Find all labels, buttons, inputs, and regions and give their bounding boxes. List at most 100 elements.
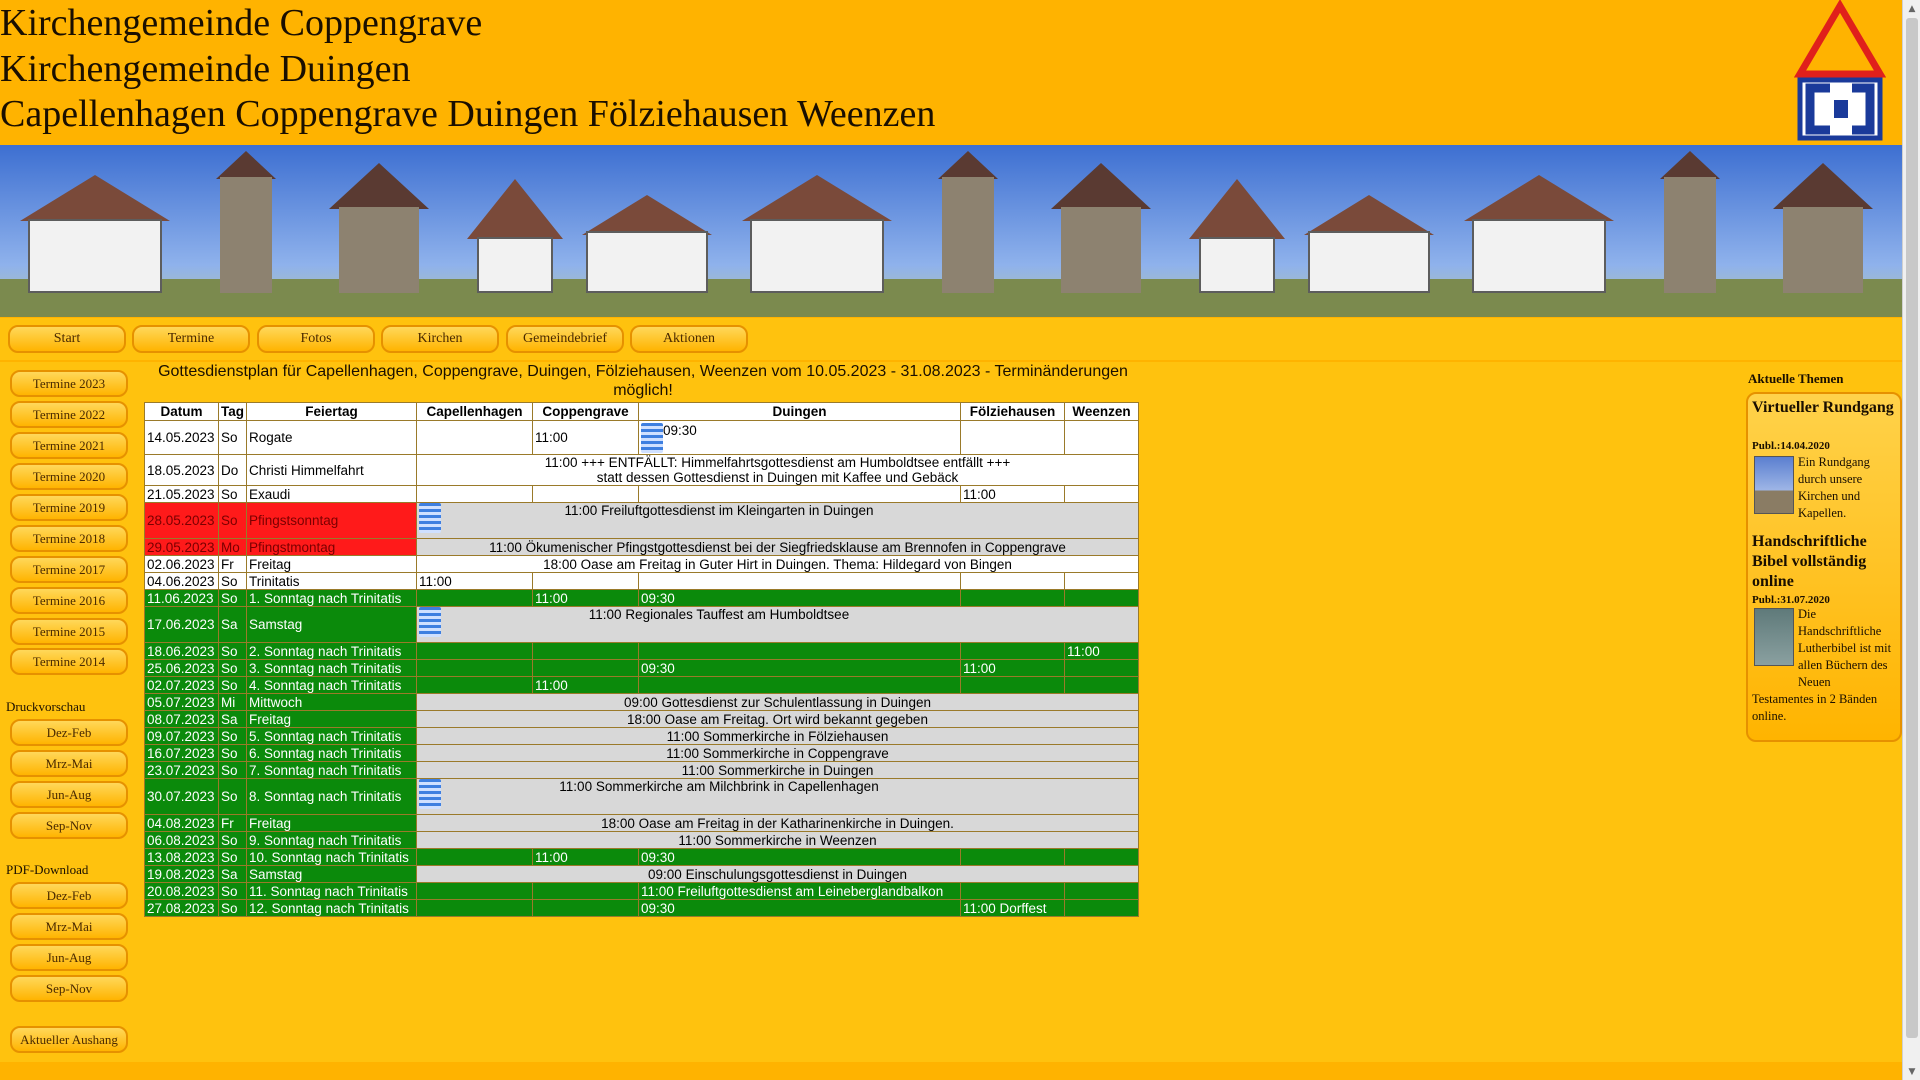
news-thumbnail[interactable] [1754, 608, 1794, 666]
church-photo [1632, 145, 1747, 317]
event-text: 11:00 Regionales Tauffest am Humboldtsee [588, 607, 850, 622]
main-content: Gottesdienstplan für Capellenhagen, Copp… [136, 362, 1746, 1062]
pdf-sep-nov-button[interactable]: Sep-Nov [10, 975, 128, 1002]
location-cell [638, 572, 961, 590]
table-row: 14.05.2023 So Rogate 11:00 09:30 [144, 420, 1139, 455]
holiday-cell: Samstag [246, 606, 417, 643]
church-photo [1179, 145, 1294, 317]
holiday-cell: 6. Sonntag nach Trinitatis [246, 744, 417, 762]
date-cell: 16.07.2023 [144, 744, 219, 762]
news-title-virtueller-rundgang[interactable]: Virtueller Rundgang [1752, 398, 1898, 418]
news-title-handschriftliche-bibel[interactable]: Handschriftliche Bibel vollständig onlin… [1752, 532, 1898, 592]
sidebar-termine-2016[interactable]: Termine 2016 [10, 587, 128, 614]
sidebar-termine-2014[interactable]: Termine 2014 [10, 648, 128, 675]
pdf-jun-aug-button[interactable]: Jun-Aug [10, 944, 128, 971]
location-cell [1064, 882, 1139, 900]
sidebar-termine-2018[interactable]: Termine 2018 [10, 525, 128, 552]
service-time: 11:00 [419, 573, 452, 589]
scrollbar-thumb[interactable] [1906, 18, 1918, 1038]
table-row: 21.05.2023 So Exaudi 11:00 [144, 485, 1139, 503]
location-cell [638, 642, 961, 660]
news-thumbnail[interactable] [1754, 456, 1794, 514]
location-cell: 11:00 Dorffest [960, 899, 1065, 917]
current-topics-panel: Virtueller Rundgang Publ.:14.04.2020 Ein… [1746, 392, 1902, 742]
location-cell [960, 589, 1065, 607]
fish-symbol-icon [419, 607, 441, 637]
scroll-down-arrow-icon[interactable]: ▼ [1903, 1063, 1920, 1080]
event-text: 18:00 Oase am Freitag. Ort wird bekannt … [627, 711, 928, 727]
nav-aktionen-button[interactable]: Aktionen [630, 325, 748, 353]
main-navigation: Start Termine Fotos Kirchen Gemeindebrie… [0, 318, 1902, 360]
event-icon-cell: 11:00 Freiluftgottesdienst im Kleingarte… [416, 502, 1139, 539]
current-topics-heading: Aktuelle Themen [1748, 371, 1844, 386]
holiday-cell: 11. Sonntag nach Trinitatis [246, 882, 417, 900]
table-row: 19.08.2023 Sa Samstag 09:00 Einschulungsgot… [144, 865, 1139, 883]
druck-jun-aug-button[interactable]: Jun-Aug [10, 781, 128, 808]
location-cell: 11:00 [960, 659, 1065, 677]
event-text: 18:00 Oase am Freitag in Guter Hirt in D… [543, 556, 1012, 572]
fish-symbol-icon [419, 779, 441, 809]
location-cell: 11:00 [960, 485, 1065, 503]
location-cell [1064, 659, 1139, 677]
sidebar-termine-2019[interactable]: Termine 2019 [10, 494, 128, 521]
sidebar-termine-2017[interactable]: Termine 2017 [10, 556, 128, 583]
nav-gemeindebrief-button[interactable]: Gemeindebrief [506, 325, 624, 353]
date-cell: 06.08.2023 [144, 831, 219, 849]
location-cell [960, 642, 1065, 660]
aktueller-aushang-button[interactable]: Aktueller Aushang [10, 1026, 128, 1053]
service-time: 09:30 [641, 849, 675, 865]
table-row: 30.07.2023 So 8. Sonntag nach Trinitatis 11… [144, 778, 1139, 815]
location-cell: 11:00 [532, 420, 639, 455]
nav-fotos-button[interactable]: Fotos [257, 325, 375, 353]
event-text: statt dessen Gottesdienst in Duingen mit… [596, 470, 959, 485]
date-cell: 23.07.2023 [144, 761, 219, 779]
service-schedule-table: Datum Tag Feiertag Capellenhagen Coppeng… [144, 402, 1139, 917]
column-header: Capellenhagen [416, 402, 533, 421]
vertical-scrollbar[interactable]: ▲ ▼ [1902, 0, 1920, 1080]
location-cell [416, 882, 533, 900]
date-cell: 18.06.2023 [144, 642, 219, 660]
column-header: Feiertag [246, 402, 417, 421]
event-cell: 18:00 Oase am Freitag. Ort wird bekannt … [416, 710, 1139, 728]
location-cell [416, 642, 533, 660]
nav-termine-button[interactable]: Termine [132, 325, 250, 353]
event-text: 11:00 Sommerkirche am Milchbrink in Cape… [559, 779, 879, 794]
holiday-cell: 5. Sonntag nach Trinitatis [246, 727, 417, 745]
service-time: 11:00 [535, 849, 568, 865]
news-text: Testamentes in 2 Bänden online. [1752, 692, 1878, 723]
location-cell [416, 589, 533, 607]
druck-mrz-mai-button[interactable]: Mrz-Mai [10, 750, 128, 777]
event-text: 09:00 Einschulungsgottesdienst in Duinge… [648, 866, 907, 882]
location-cell [416, 899, 533, 917]
sidebar-termine-2023[interactable]: Termine 2023 [10, 370, 128, 397]
location-cell [532, 882, 639, 900]
nav-start-button[interactable]: Start [8, 325, 126, 353]
church-photo [722, 145, 910, 317]
pdf-dez-feb-button[interactable]: Dez-Feb [10, 882, 128, 909]
location-cell: 09:30 [638, 899, 961, 917]
location-cell: 11:00 [532, 848, 639, 866]
pdf-mrz-mai-button[interactable]: Mrz-Mai [10, 913, 128, 940]
event-text: 11:00 Freiluftgottesdienst im Kleingarte… [564, 503, 874, 518]
church-photo [457, 145, 572, 317]
holiday-cell: 1. Sonntag nach Trinitatis [246, 589, 417, 607]
weekday-cell: Sa [218, 606, 247, 643]
weekday-cell: So [218, 485, 247, 503]
date-cell: 08.07.2023 [144, 710, 219, 728]
nav-kirchen-button[interactable]: Kirchen [381, 325, 499, 353]
sidebar-termine-2020[interactable]: Termine 2020 [10, 463, 128, 490]
sidebar-termine-2015[interactable]: Termine 2015 [10, 618, 128, 645]
holiday-cell: 8. Sonntag nach Trinitatis [246, 778, 417, 815]
sidebar-termine-2022[interactable]: Termine 2022 [10, 401, 128, 428]
scroll-up-arrow-icon[interactable]: ▲ [1903, 0, 1920, 17]
event-cell: 11:00 Sommerkirche in Fölziehausen [416, 727, 1139, 745]
date-cell: 29.05.2023 [144, 538, 219, 556]
column-header: Duingen [638, 402, 961, 421]
druck-sep-nov-button[interactable]: Sep-Nov [10, 812, 128, 839]
site-title-line-3: Capellenhagen Coppengrave Duingen Fölzie… [0, 93, 936, 135]
druck-dez-feb-button[interactable]: Dez-Feb [10, 719, 128, 746]
weekday-cell: So [218, 420, 247, 455]
church-photo [1444, 145, 1632, 317]
service-time: 11:00 [535, 590, 568, 606]
sidebar-termine-2021[interactable]: Termine 2021 [10, 432, 128, 459]
